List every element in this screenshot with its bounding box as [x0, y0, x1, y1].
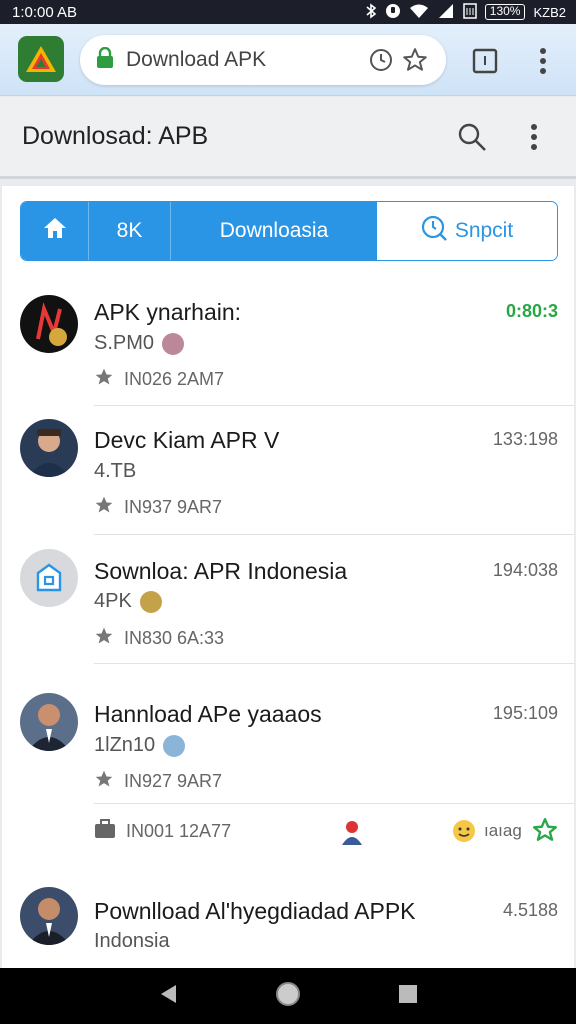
item-subtitle: S.PM0: [94, 332, 185, 355]
back-icon[interactable]: [158, 983, 178, 1010]
item-meta2-text: IN001 12A77: [126, 821, 232, 841]
item-size: 4.TB: [94, 460, 137, 482]
list-item[interactable]: APK ynarhain: 0:80:3 S.PM0 IN026 2AM7: [2, 281, 574, 406]
signal-icon: [437, 3, 455, 22]
tab-snapshot-label: Snpcit: [454, 219, 514, 242]
navigation-bar: [0, 968, 576, 1024]
app-logo-icon[interactable]: [18, 36, 64, 82]
divider: [94, 663, 574, 664]
overflow-menu-icon[interactable]: [514, 117, 554, 157]
recents-icon[interactable]: [398, 984, 418, 1009]
item-meta: IN830 6A:33: [94, 626, 224, 651]
status-icons: 130% ΚΖΒ2: [365, 2, 566, 22]
user-face-icon: [139, 590, 162, 613]
item-tag: ıaıag: [484, 821, 522, 840]
item-meta: IN927 9AR7: [94, 769, 222, 794]
landscape-icon: [163, 734, 186, 757]
search-icon[interactable]: [452, 117, 492, 157]
list-item[interactable]: Hannload APe yaaaos 195:109 1lZn10 IN927…: [2, 665, 574, 873]
star-icon: [94, 367, 114, 392]
item-subtitle: 4PK: [94, 590, 162, 613]
item-size: 4PK: [94, 590, 132, 612]
address-bar[interactable]: Download APK: [80, 35, 446, 85]
battery-indicator: 130%: [484, 4, 526, 20]
share-icon[interactable]: [532, 817, 558, 848]
browser-toolbar: Download APK: [0, 24, 576, 96]
tab-snapshot[interactable]: Snpcit: [377, 202, 557, 260]
item-time: 195:109: [492, 703, 558, 723]
item-time: 133:198: [492, 429, 558, 449]
item-meta: IN026 2AM7: [94, 367, 224, 392]
tab-bk[interactable]: 8K: [89, 202, 171, 260]
tab-home[interactable]: [21, 202, 89, 260]
item-title: Pownlload Al'hyegdiadad APPK: [94, 898, 416, 924]
emoji-icon[interactable]: [452, 819, 476, 848]
divider: [94, 803, 574, 804]
tab-downloads[interactable]: Downloasia: [171, 202, 377, 260]
history-icon[interactable]: [364, 43, 398, 77]
user-face-icon: [162, 332, 185, 355]
list-item[interactable]: Sownloa: APR Indonesia 194:038 4PK IN830…: [2, 536, 574, 664]
status-bar: 1:0:00 ΑΒ 130% ΚΖΒ2: [0, 0, 576, 24]
star-icon[interactable]: [398, 43, 432, 77]
avatar: [20, 693, 78, 751]
lock-icon: [96, 46, 114, 74]
item-size: S.PM0: [94, 332, 155, 354]
avatar: [20, 295, 78, 353]
item-meta: IN937 9AR7: [94, 495, 222, 520]
item-title: Devc Kiam APR V: [94, 427, 280, 453]
page-title: Downlosad: APB: [22, 122, 209, 150]
avatar: [20, 419, 78, 477]
item-subtitle: 1lZn10: [94, 734, 186, 757]
item-time: 0:80:3: [505, 301, 558, 321]
browser-menu-icon[interactable]: [526, 44, 560, 78]
item-subtitle: Indonsia: [94, 930, 170, 953]
dnd-icon: [385, 3, 401, 22]
item-size: 1lZn10: [94, 734, 156, 756]
item-meta-secondary: IN001 12A77: [94, 819, 231, 844]
avatar: [20, 887, 78, 945]
item-title: Sownloa: APR Indonesia: [94, 558, 348, 584]
item-time: 4.5188: [502, 900, 558, 920]
briefcase-icon: [94, 819, 116, 844]
status-time: 1:0:00 ΑΒ: [12, 3, 78, 21]
star-icon: [94, 769, 114, 794]
url-text[interactable]: Download APK: [114, 48, 364, 72]
star-icon: [94, 626, 114, 651]
home-button-icon[interactable]: [275, 981, 301, 1012]
item-size: Indonsia: [94, 930, 170, 952]
bluetooth-icon: [365, 2, 377, 22]
app-header: Downlosad: APB: [0, 97, 576, 179]
user-icon[interactable]: [340, 819, 364, 850]
divider: [94, 534, 574, 535]
tab-bar: 8K Downloasia Snpcit: [20, 201, 558, 261]
item-meta-text: IN927 9AR7: [124, 771, 223, 791]
tabs-switcher-icon[interactable]: [468, 44, 502, 78]
status-right-text: ΚΖΒ2: [533, 4, 566, 20]
divider: [94, 405, 574, 406]
clock-search-icon: [421, 215, 447, 247]
item-title: Hannload APe yaaaos: [94, 701, 322, 727]
list-item[interactable]: Devc Kiam APR V 133:198 4.TB IN937 9AR7: [2, 407, 574, 535]
sim-icon: [463, 2, 477, 22]
star-icon: [94, 495, 114, 520]
list-item[interactable]: Pownlload Al'hyegdiadad APPK 4.5188 Indo…: [2, 874, 574, 968]
item-time: 194:038: [492, 560, 558, 580]
wifi-icon: [409, 3, 429, 22]
item-meta-text: IN026 2AM7: [124, 369, 225, 389]
item-subtitle: 4.TB: [94, 460, 136, 483]
home-icon: [43, 217, 67, 245]
avatar: [20, 549, 78, 607]
item-title: APK ynarhain:: [94, 299, 242, 325]
item-meta-text: IN830 6A:33: [124, 628, 225, 648]
content-panel: 8K Downloasia Snpcit APK ynarhain: 0:80:…: [2, 186, 574, 968]
item-meta-text: IN937 9AR7: [124, 497, 223, 517]
